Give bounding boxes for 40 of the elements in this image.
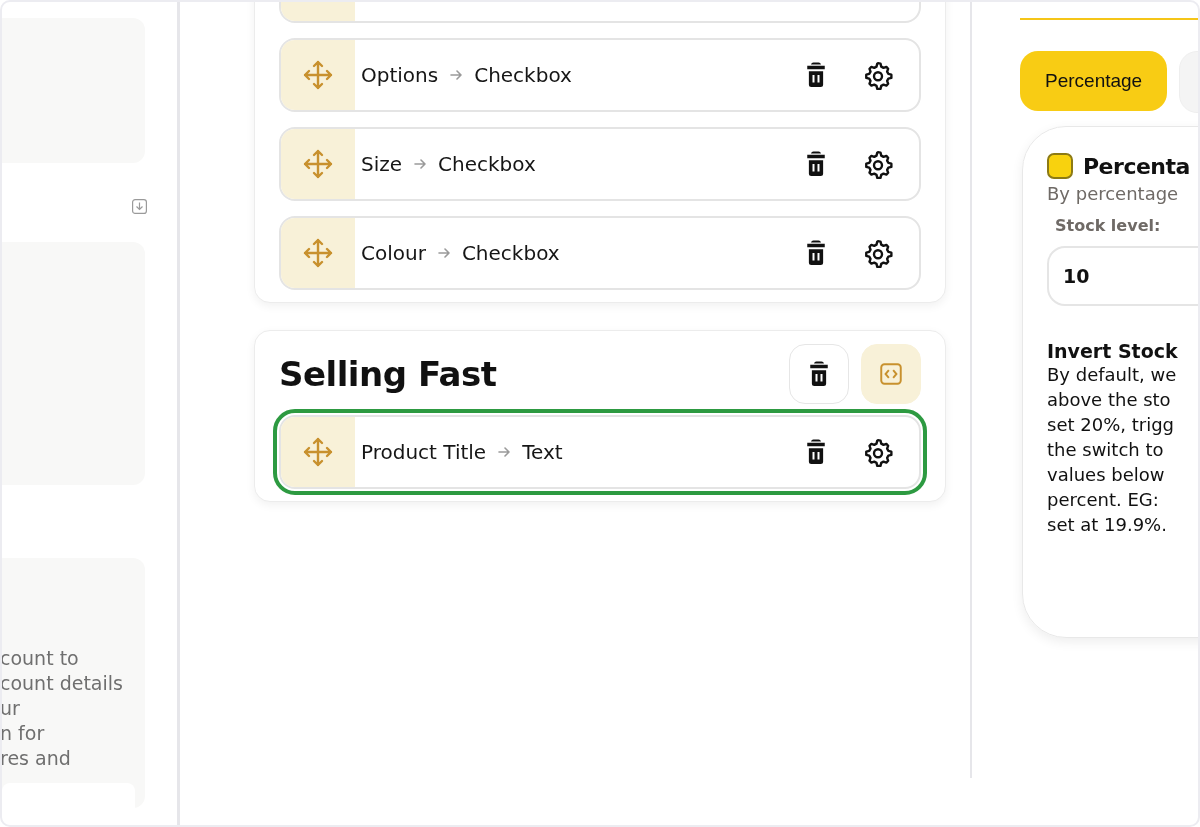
field-type: Checkbox (461, 241, 560, 265)
arrow-icon (437, 247, 450, 259)
paragraph-line: values below (1047, 463, 1166, 487)
settings-icon[interactable] (863, 149, 893, 179)
paragraph-line: By default, we (1047, 363, 1178, 387)
paragraph-line: percent. EG: (1047, 488, 1160, 512)
field-row[interactable]: Options Checkbox (279, 38, 921, 112)
description-line: n for (2, 721, 46, 746)
paragraph-line: set at 19.9%. (1047, 513, 1168, 537)
field-name: Size (361, 152, 403, 176)
download-icon[interactable] (132, 199, 147, 214)
settings-icon[interactable] (863, 60, 893, 90)
field-type: Checkbox (474, 63, 572, 87)
tab[interactable]: Percentage (1020, 51, 1168, 111)
field-row[interactable]: Colour Checkbox (279, 216, 921, 290)
arrow-icon (414, 158, 427, 170)
description-line: ur (2, 696, 21, 721)
field-row[interactable]: Size Checkbox (279, 127, 921, 201)
field-name: Colour (361, 241, 426, 265)
paragraph-line: set 20%, trigg (1047, 413, 1175, 437)
field-name: Options (361, 63, 439, 87)
description-line: res and (2, 746, 72, 771)
code-button[interactable] (861, 344, 921, 404)
settings-icon[interactable] (863, 238, 893, 268)
paragraph-heading: Invert Stock (1047, 340, 1179, 362)
card-title: Percenta (1083, 153, 1190, 179)
field-label: Stock level: (1055, 216, 1162, 235)
arrow-icon (450, 69, 463, 81)
stock-level-field[interactable]: 10 (1047, 246, 1198, 306)
card-subtitle: By percentage (1047, 183, 1180, 204)
delete-button[interactable] (789, 344, 849, 404)
field-type: Checkbox (438, 152, 536, 176)
field-name: Product Title (361, 440, 487, 464)
paragraph-line: above the sto (1047, 388, 1172, 412)
section-title: Selling Fast (279, 354, 498, 394)
field-type: Text (522, 440, 563, 464)
code-icon (878, 361, 904, 387)
paragraph-line: the switch to (1047, 438, 1165, 462)
arrow-icon (498, 446, 511, 458)
settings-icon[interactable] (863, 437, 893, 467)
